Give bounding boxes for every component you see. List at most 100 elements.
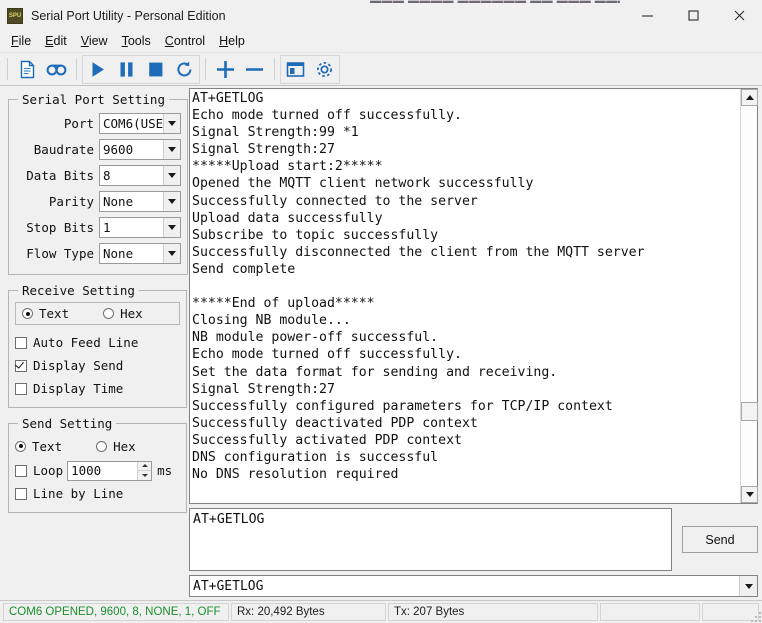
baudrate-combo[interactable]: 9600 <box>99 138 182 160</box>
play-icon[interactable] <box>83 55 112 84</box>
status-bar: COM6 OPENED, 9600, 8, NONE, 1, OFF Rx: 2… <box>0 600 762 623</box>
toolbar-separator-3 <box>274 58 275 80</box>
checkbox-unchecked-icon <box>15 382 27 395</box>
display-send-checkbox[interactable]: Display Send <box>15 354 180 377</box>
minus-icon[interactable] <box>240 55 269 84</box>
receive-mode-text-radio[interactable]: Text <box>22 306 69 321</box>
flow-type-chevron-down-icon[interactable] <box>163 243 181 263</box>
radio-unselected-icon <box>96 440 108 452</box>
stop-icon[interactable] <box>141 55 170 84</box>
terminal-line: Successfully activated PDP context <box>192 432 462 448</box>
loop-interval-stepper[interactable]: 1000 <box>67 460 153 481</box>
terminal-column: AT+GETLOG Echo mode turned off successful… <box>187 88 759 600</box>
menu-view-rest: iew <box>88 34 108 48</box>
status-tx-bytes: Tx: 207 Bytes <box>388 603 598 621</box>
send-zone: AT+GETLOG Send <box>189 508 758 571</box>
line-by-line-label: Line by Line <box>33 486 124 501</box>
stepper-up-icon[interactable] <box>138 461 152 471</box>
send-mode-text-radio[interactable]: Text <box>15 439 62 454</box>
auto-feed-line-label: Auto Feed Line <box>33 335 139 350</box>
main-body: Serial Port Setting Port COM6(USE Baudra… <box>0 86 762 600</box>
status-panel-4 <box>600 603 700 621</box>
stepper-down-icon[interactable] <box>138 470 152 480</box>
data-bits-chevron-down-icon[interactable] <box>163 165 181 185</box>
close-icon[interactable] <box>716 0 762 31</box>
flow-type-combo[interactable]: None <box>99 242 182 264</box>
send-mode-hex-radio[interactable]: Hex <box>96 439 136 454</box>
line-by-line-checkbox[interactable]: Line by Line <box>15 482 180 505</box>
menu-help[interactable]: Help <box>212 33 252 50</box>
menu-help-rest: elp <box>228 34 245 48</box>
terminal-line: Opened the MQTT client network successfu… <box>192 176 534 192</box>
menu-file[interactable]: File <box>4 33 38 50</box>
terminal-vertical-scrollbar[interactable] <box>740 89 758 503</box>
send-history-combo[interactable]: AT+GETLOG <box>189 575 758 597</box>
serial-port-setting-legend: Serial Port Setting <box>22 92 165 107</box>
receive-mode-hex-radio[interactable]: Hex <box>103 306 143 321</box>
refresh-icon[interactable] <box>170 55 199 84</box>
display-time-checkbox[interactable]: Display Time <box>15 377 180 400</box>
menu-control[interactable]: Control <box>158 33 212 50</box>
terminal-line: Successfully configured parameters for T… <box>192 398 613 414</box>
menu-control-rest: ontrol <box>173 34 206 48</box>
port-row: Port COM6(USE <box>15 111 182 135</box>
serial-port-utility-window: ▬▬▬ ▬▬▬▬ ▬▬▬▬▬▬ ▬▬ ▬▬▬ ▬▬▬▬ ▬ SPU Serial… <box>0 0 762 623</box>
stop-bits-chevron-down-icon[interactable] <box>163 217 181 237</box>
data-bits-label: Data Bits <box>26 167 94 183</box>
loop-stepper-buttons <box>137 461 152 480</box>
terminal-line: NB module power-off successful. <box>192 330 439 346</box>
stop-bits-combo[interactable]: 1 <box>99 216 182 238</box>
auto-feed-line-checkbox[interactable]: Auto Feed Line <box>15 331 180 354</box>
scroll-up-icon[interactable] <box>741 89 758 106</box>
data-bits-combo[interactable]: 8 <box>99 164 182 186</box>
send-setting-group: Send Setting Text Hex Loop 1000 ms Line … <box>8 416 187 513</box>
baudrate-label: Baudrate <box>33 141 94 157</box>
menu-bar: File Edit View Tools Control Help <box>0 31 762 53</box>
parity-chevron-down-icon[interactable] <box>163 191 181 211</box>
terminal-line: *****Upload start:2***** <box>192 159 383 175</box>
plus-icon[interactable] <box>211 55 240 84</box>
menu-view[interactable]: View <box>74 33 115 50</box>
toolbar-separator-1 <box>76 58 77 80</box>
parity-row: Parity None <box>15 189 182 213</box>
checkbox-unchecked-icon <box>15 336 27 349</box>
menu-edit[interactable]: Edit <box>38 33 74 50</box>
minimize-icon[interactable] <box>624 0 670 31</box>
scroll-down-icon[interactable] <box>741 486 758 503</box>
menu-tools-rest: ools <box>127 34 151 48</box>
scrollbar-thumb[interactable] <box>741 402 758 422</box>
new-document-icon[interactable] <box>13 55 42 84</box>
send-input[interactable]: AT+GETLOG <box>189 508 672 571</box>
loop-label: Loop <box>33 463 64 478</box>
radio-selected-icon <box>22 308 33 319</box>
gear-icon[interactable] <box>310 55 339 84</box>
flow-type-value: None <box>103 245 134 261</box>
toolbar-separator-2 <box>205 58 206 80</box>
loop-checkbox[interactable] <box>15 464 27 477</box>
display-time-label: Display Time <box>33 381 124 396</box>
terminal-line: Set the data format for sending and rece… <box>192 364 558 380</box>
pause-icon[interactable] <box>112 55 141 84</box>
checkbox-unchecked-icon <box>15 487 27 500</box>
terminal-line: Closing NB module... <box>192 313 351 329</box>
terminal-line: Signal Strength:99 *1 <box>192 125 359 141</box>
layout-panel-icon[interactable] <box>281 55 310 84</box>
spu-app-icon: SPU <box>7 7 23 24</box>
send-button-wrap: Send <box>672 508 758 571</box>
terminal-output[interactable]: AT+GETLOG Echo mode turned off successful… <box>190 89 740 503</box>
record-log-icon[interactable] <box>42 55 71 84</box>
flow-type-row: Flow Type None <box>15 241 182 265</box>
port-chevron-down-icon[interactable] <box>163 113 181 133</box>
menu-tools[interactable]: Tools <box>115 33 158 50</box>
settings-sidebar: Serial Port Setting Port COM6(USE Baudra… <box>3 88 189 600</box>
maximize-icon[interactable] <box>670 0 716 31</box>
parity-combo[interactable]: None <box>99 190 182 212</box>
flow-type-label: Flow Type <box>26 245 94 261</box>
send-button[interactable]: Send <box>682 526 758 553</box>
baudrate-chevron-down-icon[interactable] <box>163 139 181 159</box>
view-button-group <box>280 54 340 84</box>
port-combo[interactable]: COM6(USE <box>99 112 182 134</box>
send-history-chevron-down-icon[interactable] <box>739 576 757 596</box>
resize-grip-icon[interactable] <box>748 609 761 622</box>
data-bits-value: 8 <box>103 167 111 183</box>
